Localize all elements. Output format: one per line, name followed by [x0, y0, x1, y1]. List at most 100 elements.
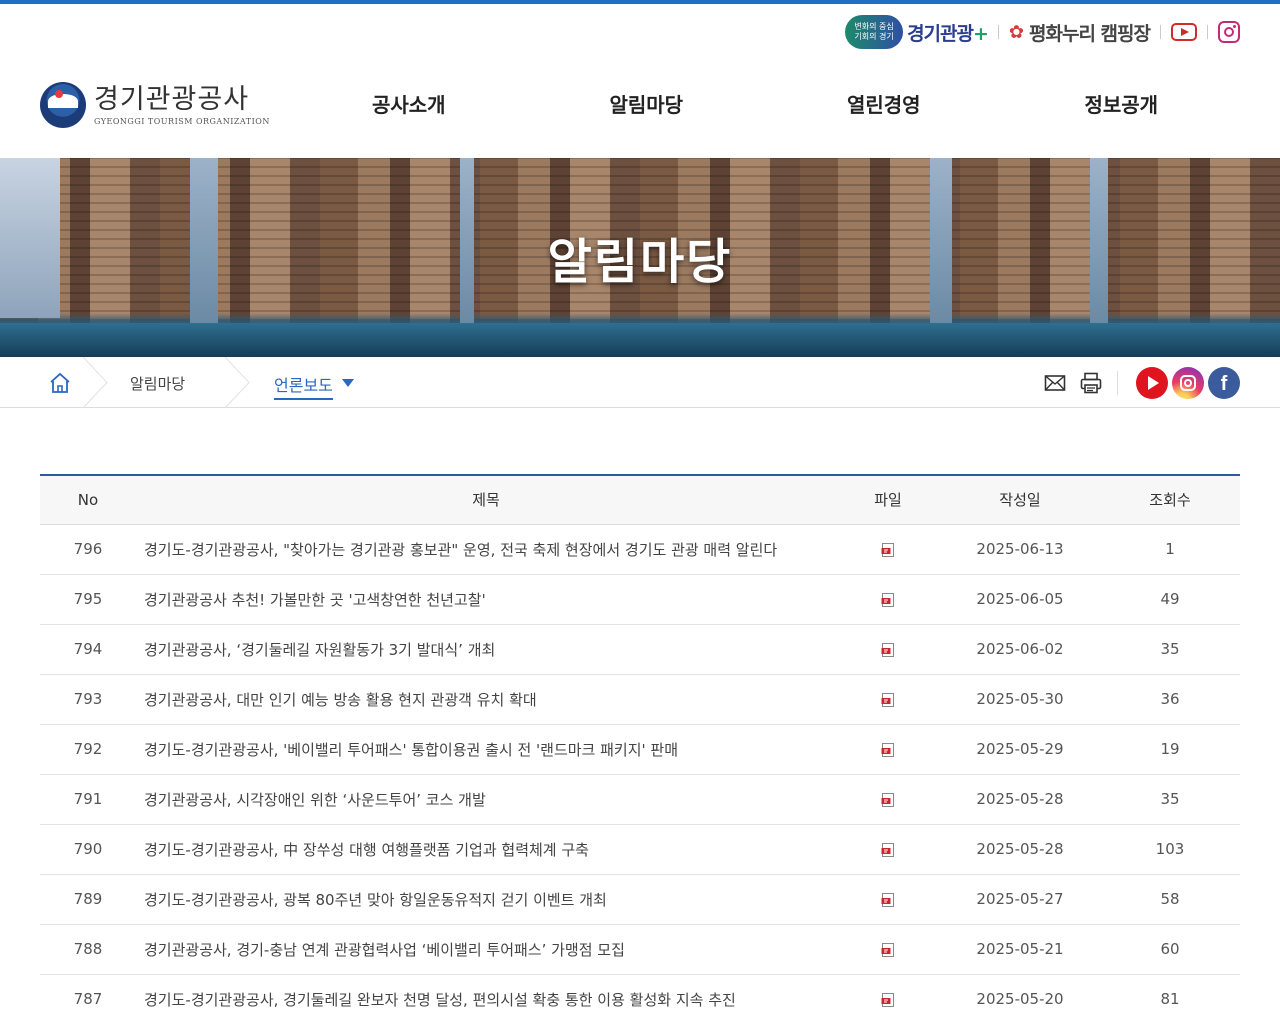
table-row[interactable]: 788 경기관광공사, 경기-충남 연계 관광협력사업 ‘베이밸리 투어패스’ 가… — [40, 924, 1240, 975]
nav-item-disclosure[interactable]: 정보공개 — [1003, 88, 1241, 122]
gyeonggi-tour-plus-link[interactable]: 변화의 중심 기회의 경기 경기관광+ — [845, 15, 989, 49]
slogan-line1: 변화의 중심 — [854, 22, 894, 31]
table-row[interactable]: 789 경기도-경기관광공사, 광복 80주년 맞아 항일운동유적지 걷기 이벤트… — [40, 874, 1240, 925]
gg-brand-label: 경기관광 — [907, 22, 974, 45]
table-row[interactable]: 792 경기도-경기관광공사, '베이밸리 투어패스' 통합이용권 출시 전 '랜… — [40, 724, 1240, 775]
util-divider — [1207, 25, 1208, 39]
instagram-icon[interactable] — [1218, 21, 1240, 43]
home-icon[interactable] — [48, 371, 72, 395]
attachment-file-icon[interactable] — [881, 642, 895, 657]
column-header-views: 조회수 — [1100, 475, 1240, 525]
main-navigation: 공사소개 알림마당 열린경영 정보공개 — [290, 88, 1240, 122]
row-no: 790 — [40, 824, 136, 875]
attachment-file-icon[interactable] — [881, 892, 895, 907]
attachment-file-icon[interactable] — [881, 692, 895, 707]
row-views: 35 — [1100, 624, 1240, 675]
row-file — [836, 924, 940, 975]
facebook-icon[interactable]: f — [1208, 367, 1240, 399]
top-accent-line — [0, 0, 1280, 4]
row-file — [836, 874, 940, 925]
row-no: 793 — [40, 674, 136, 725]
slogan-badge: 변화의 중심 기회의 경기 — [845, 15, 904, 49]
row-no: 791 — [40, 774, 136, 825]
chevron-down-icon[interactable] — [342, 379, 354, 387]
row-date: 2025-05-30 — [940, 674, 1100, 725]
instagram-icon[interactable] — [1172, 367, 1204, 399]
attachment-file-icon[interactable] — [881, 792, 895, 807]
breadcrumb-item-press[interactable]: 언론보도 — [274, 372, 333, 400]
gg-brand-text: 경기관광+ — [907, 19, 989, 46]
table-row[interactable]: 795 경기관광공사 추천! 가볼만한 곳 '고색창연한 천년고찰' 2025-06… — [40, 574, 1240, 625]
row-title-link[interactable]: 경기관광공사, 경기-충남 연계 관광협력사업 ‘베이밸리 투어패스’ 가맹점 … — [136, 924, 836, 975]
table-header-row: No 제목 파일 작성일 조회수 — [40, 475, 1240, 525]
row-no: 794 — [40, 624, 136, 675]
column-header-file: 파일 — [836, 475, 940, 525]
utility-bar: 변화의 중심 기회의 경기 경기관광+ ✿ 평화누리 캠핑장 — [845, 12, 1240, 52]
row-file — [836, 724, 940, 775]
location-bar: 알림마당 언론보도 f — [0, 356, 1280, 409]
nav-item-management[interactable]: 열린경영 — [765, 88, 1003, 122]
youtube-icon[interactable] — [1136, 367, 1168, 399]
row-views: 36 — [1100, 674, 1240, 725]
nav-item-notice[interactable]: 알림마당 — [528, 88, 766, 122]
attachment-file-icon[interactable] — [881, 542, 895, 557]
attachment-file-icon[interactable] — [881, 742, 895, 757]
attachment-file-icon[interactable] — [881, 942, 895, 957]
row-date: 2025-05-20 — [940, 974, 1100, 1024]
row-title-link[interactable]: 경기관광공사 추천! 가볼만한 곳 '고색창연한 천년고찰' — [136, 574, 836, 625]
breadcrumb-item-notice[interactable]: 알림마당 — [130, 373, 185, 394]
hero-banner: 알림마당 — [0, 158, 1280, 357]
attachment-file-icon[interactable] — [881, 592, 895, 607]
peace-camping-link[interactable]: ✿ 평화누리 캠핑장 — [1008, 19, 1151, 46]
row-views: 81 — [1100, 974, 1240, 1024]
row-views: 58 — [1100, 874, 1240, 925]
attachment-file-icon[interactable] — [881, 992, 895, 1007]
row-file — [836, 524, 940, 575]
banner-title: 알림마당 — [547, 234, 733, 290]
row-title-link[interactable]: 경기도-경기관광공사, "찾아가는 경기관광 홍보관" 운영, 전국 축제 현장… — [136, 524, 836, 575]
util-divider — [1160, 25, 1161, 39]
row-date: 2025-05-27 — [940, 874, 1100, 925]
row-title-link[interactable]: 경기관광공사, ‘경기둘레길 자원활동가 3기 발대식’ 개최 — [136, 624, 836, 675]
row-file — [836, 674, 940, 725]
print-icon[interactable] — [1079, 371, 1103, 395]
table-row[interactable]: 787 경기도-경기관광공사, 경기둘레길 완보자 천명 달성, 편의시설 확충 … — [40, 974, 1240, 1024]
row-title-link[interactable]: 경기도-경기관광공사, 경기둘레길 완보자 천명 달성, 편의시설 확충 통한 … — [136, 974, 836, 1024]
row-views: 1 — [1100, 524, 1240, 575]
youtube-icon[interactable] — [1171, 23, 1197, 41]
attachment-file-icon[interactable] — [881, 842, 895, 857]
tools-divider — [1117, 371, 1118, 395]
slogan-line2: 기회의 경기 — [854, 32, 894, 41]
util-divider — [997, 25, 999, 39]
row-title-link[interactable]: 경기도-경기관광공사, 광복 80주년 맞아 항일운동유적지 걷기 이벤트 개최 — [136, 874, 836, 925]
row-file — [836, 824, 940, 875]
row-title-link[interactable]: 경기도-경기관광공사, '베이밸리 투어패스' 통합이용권 출시 전 '랜드마크… — [136, 724, 836, 775]
row-title-link[interactable]: 경기관광공사, 시각장애인 위한 ‘사운드투어’ 코스 개발 — [136, 774, 836, 825]
nav-item-about[interactable]: 공사소개 — [290, 88, 528, 122]
table-row[interactable]: 793 경기관광공사, 대만 인기 예능 방송 활용 현지 관광객 유치 확대 20… — [40, 674, 1240, 725]
row-views: 49 — [1100, 574, 1240, 625]
table-row[interactable]: 791 경기관광공사, 시각장애인 위한 ‘사운드투어’ 코스 개발 2025-05… — [40, 774, 1240, 825]
row-file — [836, 574, 940, 625]
table-row[interactable]: 796 경기도-경기관광공사, "찾아가는 경기관광 홍보관" 운영, 전국 축제… — [40, 524, 1240, 575]
table-row[interactable]: 794 경기관광공사, ‘경기둘레길 자원활동가 3기 발대식’ 개최 2025-0… — [40, 624, 1240, 675]
row-views: 35 — [1100, 774, 1240, 825]
breadcrumb-separator-icon — [224, 356, 250, 409]
row-date: 2025-05-29 — [940, 724, 1100, 775]
banner-water — [0, 323, 1280, 357]
camp-label: 평화누리 캠핑장 — [1029, 22, 1151, 45]
row-title-link[interactable]: 경기관광공사, 대만 인기 예능 방송 활용 현지 관광객 유치 확대 — [136, 674, 836, 725]
site-logo[interactable]: 경기관광공사 GYEONGGI TOURISM ORGANIZATION — [40, 82, 270, 128]
row-views: 19 — [1100, 724, 1240, 775]
column-header-date: 작성일 — [940, 475, 1100, 525]
flower-icon: ✿ — [1008, 21, 1024, 43]
row-title-link[interactable]: 경기도-경기관광공사, 中 장쑤성 대행 여행플랫폼 기업과 협력체계 구축 — [136, 824, 836, 875]
press-release-board: No 제목 파일 작성일 조회수 796 경기도-경기관광공사, "찾아가는 경기… — [40, 474, 1240, 1024]
row-no: 787 — [40, 974, 136, 1024]
row-no: 796 — [40, 524, 136, 575]
row-date: 2025-05-21 — [940, 924, 1100, 975]
column-header-title: 제목 — [136, 475, 836, 525]
mail-icon[interactable] — [1043, 371, 1067, 395]
row-no: 795 — [40, 574, 136, 625]
table-row[interactable]: 790 경기도-경기관광공사, 中 장쑤성 대행 여행플랫폼 기업과 협력체계 구… — [40, 824, 1240, 875]
